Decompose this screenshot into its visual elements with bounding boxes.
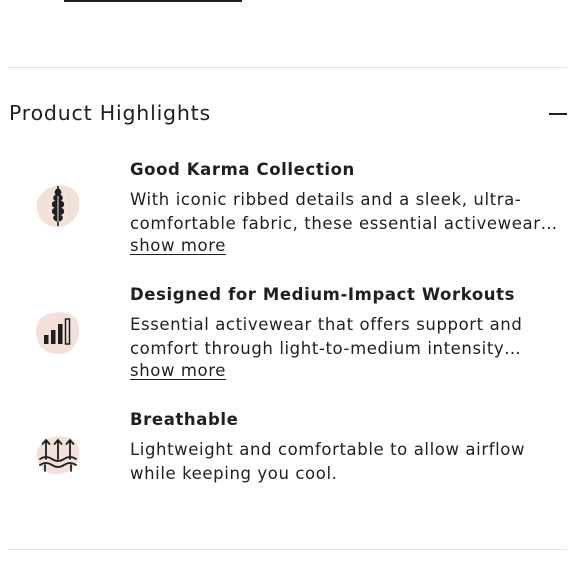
highlight-text: Designed for Medium-Impact Workouts Esse… [130,283,575,382]
tab-active-underline [64,0,242,2]
airflow-icon [34,431,82,479]
highlight-title: Designed for Medium-Impact Workouts [130,285,516,304]
product-highlights-header[interactable]: Product Highlights [9,98,569,132]
signal-bars-icon [34,309,82,357]
highlight-title: Breathable [130,410,239,429]
highlight-description: Lightweight and comfortable to allow air… [130,440,526,483]
leaf-icon [34,182,82,230]
section-title: Product Highlights [9,101,211,125]
highlight-description: With iconic ribbed details and a sleek, … [130,190,558,233]
divider [8,67,567,68]
highlight-description: Essential activewear that offers support… [130,315,523,358]
minus-icon [549,113,567,115]
show-more-link[interactable]: show more [130,360,226,382]
highlight-title: Good Karma Collection [130,160,355,179]
highlight-text: Breathable Lightweight and comfortable t… [130,408,575,485]
show-more-link[interactable]: show more [130,235,226,257]
divider [8,549,567,550]
highlight-text: Good Karma Collection With iconic ribbed… [130,158,575,257]
collapse-button[interactable] [545,104,569,124]
